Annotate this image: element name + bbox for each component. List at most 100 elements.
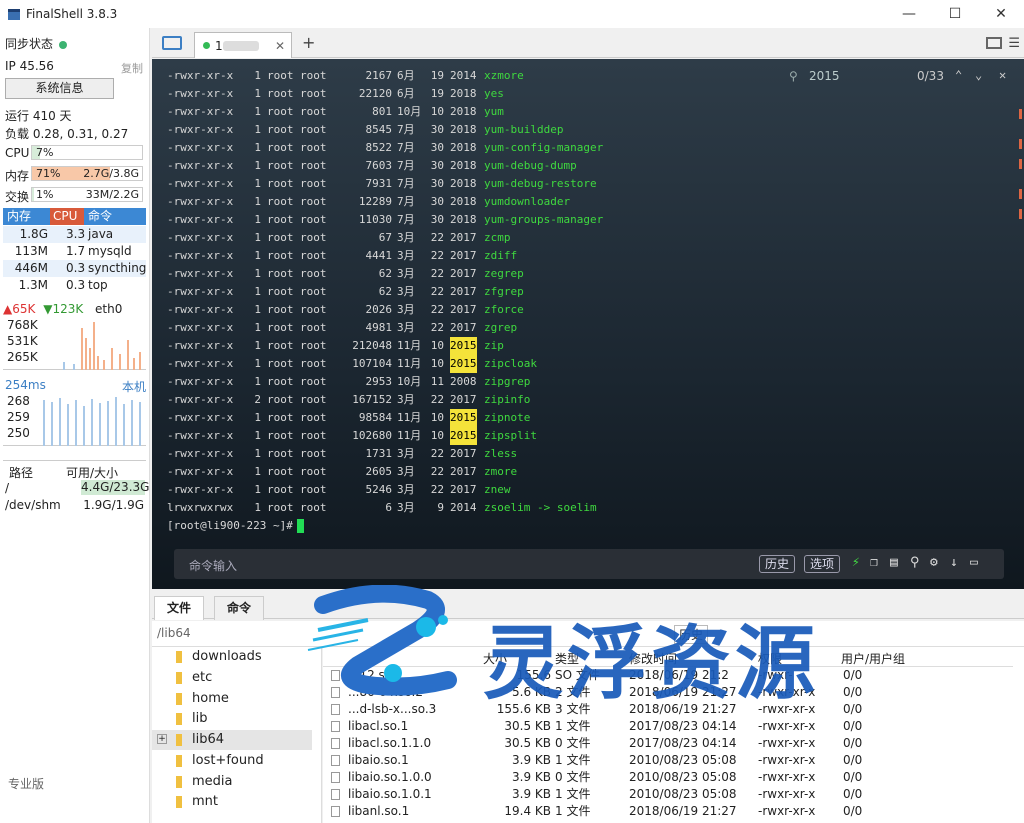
col-type[interactable]: 类型 [555, 650, 579, 667]
tree-node[interactable]: downloads [176, 647, 262, 667]
terminal-field: root [300, 69, 327, 82]
file-row[interactable]: ...86-64.so.2 5.6 KB 2 文件 2018/06/19 21:27 -… [323, 684, 1013, 701]
find-next-icon[interactable]: ⌄ [975, 68, 982, 82]
terminal-filename: yum-config-manager [484, 141, 604, 154]
terminal-field: 7603 [365, 159, 393, 172]
swap-used: 33M/2.2G [85, 188, 139, 201]
close-tab-icon[interactable]: ✕ [275, 39, 285, 53]
file-time: 2018/06/19 21:27 [629, 685, 737, 699]
file-owner: 0/0 [843, 719, 863, 733]
file-row[interactable]: ...12.so 155.6 SO 文件 2018/06/19 21:2 -rwxr- 0… [323, 667, 1013, 684]
proc-header-mem[interactable]: 内存 [3, 208, 50, 225]
paste-icon[interactable]: ▤ [890, 555, 898, 570]
menu-icon[interactable]: ☰ [1008, 36, 1020, 51]
tree-node[interactable]: home [176, 689, 229, 709]
file-row[interactable]: libaio.so.1.0.0 3.9 KB 0 文件 2010/08/23 05:0… [323, 769, 1013, 786]
layout-grid-icon[interactable] [986, 37, 1002, 49]
terminal-field: 22 [430, 483, 444, 496]
terminal-field: root [300, 483, 327, 496]
tree-node-selected[interactable]: + lib64 [152, 730, 312, 750]
network-interface[interactable]: eth0 [95, 302, 122, 316]
close-button[interactable]: ✕ [978, 0, 1024, 28]
terminal-field: -rwxr-xr-x [167, 177, 234, 190]
terminal-field: -rwxr-xr-x [167, 375, 234, 388]
current-path[interactable]: /lib64 [157, 626, 191, 640]
history-button[interactable]: 历史 [759, 555, 796, 573]
fullscreen-icon[interactable]: ▭ [970, 555, 978, 570]
download-icon[interactable]: ↓ [950, 555, 958, 570]
process-row[interactable]: 113M 1.7 mysqld [3, 243, 146, 260]
session-tab[interactable]: 1 ✕ [194, 32, 292, 58]
terminal-field: 1 [254, 339, 261, 352]
proc-header-cpu[interactable]: CPU [50, 208, 84, 225]
file-icon [331, 721, 340, 732]
terminal-filename: yum-groups-manager [484, 213, 604, 226]
terminal-field: 3月 [397, 501, 415, 514]
terminal-field: 1 [254, 285, 261, 298]
terminal-field: root [300, 231, 327, 244]
terminal-filename: zipinfo [484, 393, 531, 406]
col-modified[interactable]: 修改时间 [629, 650, 677, 667]
find-close-icon[interactable]: ✕ [999, 68, 1006, 82]
path-history-button[interactable]: 历史 [674, 625, 709, 644]
col-owner[interactable]: 用户/用户组 [841, 650, 905, 667]
copy-ip-link[interactable]: 复制 [121, 60, 143, 76]
expand-icon[interactable]: + [157, 734, 167, 744]
terminal-field: 10 [430, 105, 444, 118]
options-button[interactable]: 选项 [804, 555, 841, 573]
terminal-field: 2014 [450, 501, 477, 514]
terminal-field: 7月 [397, 195, 415, 208]
terminal-field: root [267, 357, 294, 370]
search-icon[interactable]: ⚲ [910, 555, 920, 570]
copy-icon[interactable]: ❐ [870, 555, 878, 570]
file-row[interactable]: libacl.so.1.1.0 30.5 KB 0 文件 2017/08/23 04:… [323, 735, 1013, 752]
terminal-line: -rwxr-xr-x 1 root root 2953 10月 11 2008 zipgrep [167, 373, 867, 391]
add-tab-button[interactable]: + [302, 33, 315, 52]
tree-node[interactable]: etc [176, 668, 212, 688]
terminal-field: 8522 [365, 141, 393, 154]
find-prev-icon[interactable]: ⌃ [955, 68, 962, 82]
tab-commands[interactable]: 命令 [214, 596, 265, 620]
terminal[interactable]: ⚲ 2015 0/33 ⌃ ⌄ ✕ -rwxr-xr-x 1 root root 216… [152, 59, 1024, 589]
tab-files[interactable]: 文件 [154, 596, 205, 620]
file-perm: -rwxr-xr-x [758, 804, 816, 818]
terminal-field: 22 [430, 231, 444, 244]
terminal-field: 3月 [397, 321, 415, 334]
file-owner: 0/0 [843, 736, 863, 750]
file-row[interactable]: ...d-lsb-x...so.3 155.6 KB 3 文件 2018/06/19 … [323, 701, 1013, 718]
tree-node[interactable]: mnt [176, 792, 218, 812]
terminal-line: -rwxr-xr-x 1 root root 2605 3月 22 2017 zmore [167, 463, 867, 481]
file-row[interactable]: libaio.so.1 3.9 KB 1 文件 2010/08/23 05:08 -rw… [323, 752, 1013, 769]
tree-node[interactable]: media [176, 772, 233, 792]
terminal-field: -rwxr-xr-x [167, 411, 234, 424]
proc-mem: 1.8G [19, 227, 48, 241]
process-row[interactable]: 446M 0.3 syncthing [3, 260, 146, 277]
command-input[interactable]: 命令输入 [189, 557, 237, 574]
minimize-button[interactable]: — [886, 0, 932, 28]
system-info-button[interactable]: 系统信息 [5, 78, 114, 99]
terminal-field: -rwxr-xr-x [167, 159, 234, 172]
terminal-field: root [300, 177, 327, 190]
ping-host[interactable]: 本机 [122, 378, 146, 395]
file-row[interactable]: libanl.so.1 19.4 KB 1 文件 2018/06/19 21:27 -r… [323, 803, 1013, 820]
col-permissions[interactable]: 权限 [758, 650, 782, 667]
terminal-field: root [267, 375, 294, 388]
terminal-field: 212048 [352, 339, 392, 352]
file-perm: -rwxr-xr-x [758, 753, 816, 767]
col-size[interactable]: 大小 [483, 650, 507, 667]
file-row[interactable]: libaio.so.1.0.1 3.9 KB 1 文件 2010/08/23 05:0… [323, 786, 1013, 803]
terminal-field: root [267, 339, 294, 352]
settings-gear-icon[interactable]: ⚙ [930, 555, 938, 570]
tree-node[interactable]: lost+found [176, 751, 264, 771]
file-row[interactable]: libacl.so.1 30.5 KB 1 文件 2017/08/23 04:14 -r… [323, 718, 1013, 735]
maximize-button[interactable]: ☐ [932, 0, 978, 28]
process-row[interactable]: 1.3M 0.3 top [3, 277, 146, 294]
file-icon [331, 806, 340, 817]
open-folder-icon[interactable] [162, 36, 182, 50]
terminal-field: 22 [430, 285, 444, 298]
tree-node[interactable]: lib [176, 709, 207, 729]
lightning-icon[interactable]: ⚡ [852, 555, 860, 570]
proc-header-cmd[interactable]: 命令 [84, 208, 112, 225]
terminal-scroll-markers[interactable] [1019, 79, 1022, 559]
process-row[interactable]: 1.8G 3.3 java [3, 226, 146, 243]
